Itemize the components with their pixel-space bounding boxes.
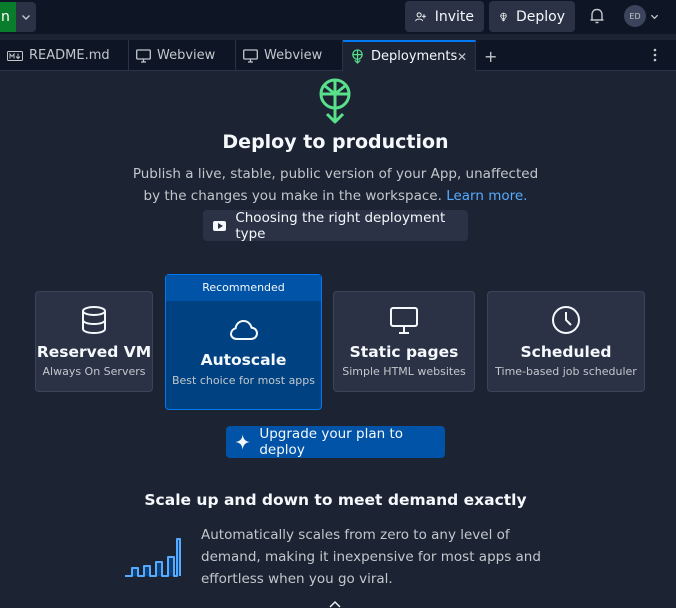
- invite-label: Invite: [434, 8, 474, 25]
- tab-readme[interactable]: README.md: [0, 40, 129, 71]
- tab-label: Deployments: [371, 49, 458, 64]
- more-options-icon[interactable]: [651, 47, 659, 63]
- card-description: Time-based job scheduler: [495, 365, 637, 378]
- card-description: Always On Servers: [42, 365, 146, 378]
- section-title: Scale up and down to meet demand exactly: [144, 491, 527, 509]
- add-user-icon: [415, 11, 427, 21]
- chevron-down-icon: [22, 15, 30, 20]
- run-button[interactable]: n: [0, 2, 16, 32]
- card-autoscale[interactable]: Recommended Autoscale Best choice for mo…: [165, 274, 322, 410]
- account-menu[interactable]: ED: [624, 5, 659, 27]
- card-title: Static pages: [349, 343, 459, 361]
- deploy-icon: [352, 49, 363, 64]
- bell-icon[interactable]: [587, 6, 607, 26]
- card-title: Scheduled: [520, 343, 612, 361]
- card-title: Reserved VM: [36, 343, 152, 361]
- video-icon: [213, 220, 227, 231]
- tab-deployments[interactable]: Deployments ✕: [343, 40, 476, 71]
- tab-webview-1[interactable]: Webview: [129, 40, 236, 71]
- video-guide-label: Choosing the right deployment type: [235, 209, 446, 242]
- page-title: Deploy to production: [222, 131, 449, 153]
- learn-more-link[interactable]: Learn more.: [446, 188, 527, 204]
- video-guide-button[interactable]: Choosing the right deployment type: [203, 209, 468, 242]
- card-reserved-vm[interactable]: Reserved VM Always On Servers: [35, 291, 153, 392]
- deploy-icon: [500, 12, 507, 21]
- deploy-label: Deploy: [515, 8, 565, 25]
- database-icon: [82, 306, 106, 335]
- section-body: Automatically scales from zero to any le…: [201, 527, 541, 587]
- tab-label: README.md: [29, 48, 110, 63]
- chevron-down-icon: [650, 14, 659, 19]
- run-options-button[interactable]: [16, 2, 36, 32]
- clock-icon: [552, 306, 580, 334]
- sparkle-icon: [235, 434, 251, 450]
- cloud-icon: [229, 319, 258, 340]
- upgrade-plan-button[interactable]: Upgrade your plan to deploy: [226, 426, 445, 458]
- chevron-up-icon[interactable]: [328, 600, 342, 608]
- card-description: Simple HTML websites: [342, 365, 466, 378]
- upgrade-label: Upgrade your plan to deploy: [259, 426, 404, 458]
- avatar: ED: [624, 5, 646, 27]
- card-static-pages[interactable]: Static pages Simple HTML websites: [333, 291, 475, 392]
- monitor-icon: [136, 48, 151, 63]
- monitor-icon: [243, 48, 258, 63]
- markdown-icon: [7, 50, 23, 61]
- card-title: Autoscale: [200, 351, 287, 369]
- tab-label: Webview: [264, 48, 323, 63]
- close-icon[interactable]: ✕: [457, 50, 467, 64]
- tab-webview-2[interactable]: Webview: [236, 40, 343, 71]
- autoscale-graph-icon: [125, 538, 181, 577]
- top-bar: n Invite Deploy ED: [0, 0, 676, 34]
- card-scheduled[interactable]: Scheduled Time-based job scheduler: [487, 291, 645, 392]
- page-subtitle: Publish a live, stable, public version o…: [130, 163, 541, 207]
- invite-button[interactable]: Invite: [405, 1, 484, 32]
- monitor-icon: [390, 307, 418, 334]
- deploy-hero-icon: [319, 78, 351, 124]
- recommended-badge: Recommended: [166, 275, 321, 301]
- card-description: Best choice for most apps: [171, 374, 316, 387]
- tab-bar: README.md Webview Webview Deployments ✕: [0, 40, 676, 71]
- deploy-button[interactable]: Deploy: [489, 1, 575, 32]
- new-tab-button[interactable]: +: [484, 47, 497, 66]
- tab-label: Webview: [157, 48, 216, 63]
